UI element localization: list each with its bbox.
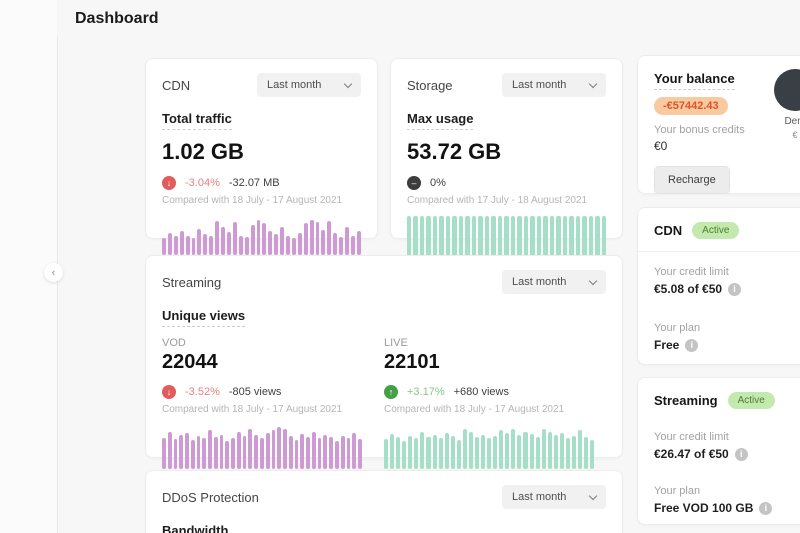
vod-column: VOD 22044 ↓ -3.52% -805 views Compared w…	[162, 327, 384, 469]
cdn-compare-text: Compared with 18 July - 17 August 2021	[162, 195, 343, 206]
streaming-status-badge: Active	[727, 392, 775, 409]
vod-views-chart	[162, 425, 362, 469]
cdn-period-dropdown[interactable]: Last month	[257, 73, 361, 97]
live-column: LIVE 22101 ↑ +3.17% +680 views Compared …	[384, 327, 606, 469]
trend-down-icon: ↓	[162, 176, 176, 190]
storage-card-title: Storage	[407, 77, 453, 93]
cdn-period-value: Last month	[267, 79, 322, 91]
sidebar-cdn-title: CDN	[654, 223, 683, 238]
sidebar-streaming-title: Streaming	[654, 393, 718, 408]
storage-value: 53.72 GB	[407, 139, 502, 164]
cdn-value: 1.02 GB	[162, 139, 244, 164]
cdn-credit-limit-value: €5.08 of €50	[654, 282, 723, 296]
streaming-card-title: Streaming	[162, 274, 222, 290]
storage-card: Storage Last month Max usage 53.72 GB – …	[390, 58, 623, 260]
cdn-traffic-chart	[162, 216, 361, 260]
live-change-pct: +3.17%	[407, 386, 445, 398]
info-icon[interactable]: i	[728, 282, 742, 296]
user-balance-sub: €	[792, 130, 798, 140]
storage-period-value: Last month	[512, 79, 567, 91]
live-change-abs: +680 views	[453, 386, 509, 398]
trend-up-icon: ↑	[384, 385, 398, 399]
sidebar-collapse-button[interactable]: ‹	[44, 263, 63, 282]
streaming-plan-value: Free VOD 100 GB	[654, 501, 754, 515]
streaming-plan-label: Your plan	[654, 485, 701, 497]
ddos-card: DDoS Protection Last month Bandwidth	[145, 470, 623, 533]
ddos-card-title: DDoS Protection	[162, 489, 259, 505]
cdn-credit-limit-label: Your credit limit	[654, 266, 729, 278]
live-value: 22101	[384, 351, 440, 373]
user-name: Dem	[784, 116, 800, 127]
chevron-down-icon	[588, 276, 598, 285]
info-icon[interactable]: i	[685, 338, 699, 352]
sidebar-divider	[57, 36, 58, 533]
cdn-plan-value: Free	[654, 338, 680, 352]
chevron-down-icon	[588, 79, 598, 88]
bonus-credits-value: €0	[654, 139, 668, 153]
cdn-change-abs: -32.07 MB	[228, 177, 280, 189]
cdn-change-pct: -3.04%	[185, 177, 220, 189]
storage-period-dropdown[interactable]: Last month	[502, 73, 606, 97]
storage-usage-chart	[407, 216, 607, 260]
divider	[638, 251, 800, 252]
cdn-status-badge: Active	[692, 222, 740, 239]
trend-down-icon: ↓	[162, 385, 176, 399]
page-title: Dashboard	[75, 10, 159, 27]
ddos-period-dropdown[interactable]: Last month	[502, 485, 606, 509]
dashboard-screen: ‹ Dashboard CDN Last month Total traffic…	[0, 0, 800, 533]
chevron-down-icon	[588, 491, 598, 500]
cdn-plan-label: Your plan	[654, 322, 701, 334]
sidebar-cdn-card: CDN Active Your credit limit €5.08 of €5…	[637, 207, 800, 365]
info-icon[interactable]: i	[759, 501, 773, 515]
live-views-chart	[384, 425, 595, 469]
streaming-period-dropdown[interactable]: Last month	[502, 270, 606, 294]
streaming-credit-limit-value: €26.47 of €50	[654, 447, 729, 461]
live-compare-text: Compared with 18 July - 17 August 2021	[384, 404, 565, 415]
balance-card: Your balance -€57442.43 Your bonus credi…	[637, 55, 800, 194]
vod-value: 22044	[162, 351, 218, 373]
chevron-down-icon	[343, 79, 353, 88]
chevron-left-icon: ‹	[51, 266, 56, 279]
ddos-period-value: Last month	[512, 491, 567, 503]
streaming-credit-limit-label: Your credit limit	[654, 431, 729, 443]
cdn-card-title: CDN	[162, 77, 191, 93]
storage-metric-label: Max usage	[407, 111, 474, 130]
storage-change-pct: 0%	[430, 177, 446, 189]
vod-change-abs: -805 views	[228, 386, 282, 398]
streaming-card: Streaming Last month Unique views VOD 22…	[145, 255, 623, 469]
recharge-button[interactable]: Recharge	[654, 166, 730, 194]
info-icon[interactable]: i	[734, 447, 748, 461]
vod-change-pct: -3.52%	[185, 386, 220, 398]
streaming-period-value: Last month	[512, 276, 567, 288]
sidebar-streaming-card: Streaming Active Your credit limit €26.4…	[637, 377, 800, 525]
live-label: LIVE	[384, 337, 408, 349]
cdn-metric-label: Total traffic	[162, 111, 232, 130]
vod-label: VOD	[162, 337, 186, 349]
storage-compare-text: Compared with 17 July - 18 August 2021	[407, 195, 588, 206]
vod-compare-text: Compared with 18 July - 17 August 2021	[162, 404, 343, 415]
cdn-card: CDN Last month Total traffic 1.02 GB ↓ -…	[145, 58, 378, 260]
ddos-metric-label: Bandwidth	[162, 523, 228, 533]
trend-flat-icon: –	[407, 176, 421, 190]
streaming-metric-label: Unique views	[162, 308, 246, 327]
balance-amount-badge: -€57442.43	[654, 97, 728, 115]
